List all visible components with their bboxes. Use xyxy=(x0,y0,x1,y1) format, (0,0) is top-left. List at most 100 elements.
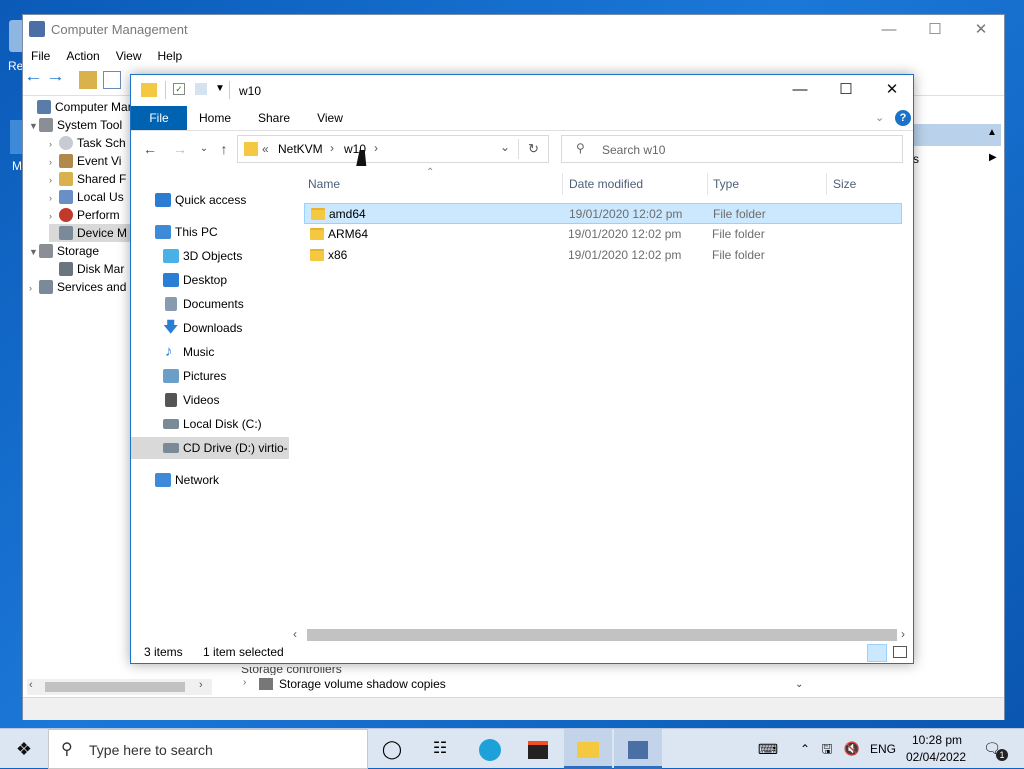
tree-item-storage[interactable]: ▼ Storage xyxy=(29,242,99,260)
nav-item-documents[interactable]: Documents xyxy=(131,293,289,315)
device-category-shadow-copies[interactable]: Storage volume shadow copies xyxy=(279,677,446,691)
nav-item-videos[interactable]: Videos xyxy=(131,389,289,411)
address-dropdown-icon[interactable]: ⌄ xyxy=(500,140,510,154)
scroll-thumb[interactable] xyxy=(307,629,897,641)
forward-button[interactable]: → xyxy=(169,139,191,159)
cm-close-button[interactable]: ✕ xyxy=(958,15,1004,45)
cm-maximize-button[interactable]: ☐ xyxy=(912,15,958,45)
nav-item-desktop[interactable]: Desktop xyxy=(131,269,289,291)
menu-action[interactable]: Action xyxy=(58,46,107,66)
edge-browser-icon[interactable] xyxy=(466,729,514,769)
tab-view[interactable]: View xyxy=(307,106,353,130)
breadcrumb-netkvm[interactable]: NetKVM xyxy=(278,142,323,156)
search-input[interactable]: Search w10 xyxy=(602,143,665,157)
column-header-date-modified[interactable]: Date modified xyxy=(569,173,643,195)
tree-item-task-scheduler[interactable]: › Task Sch xyxy=(49,134,126,152)
nav-item-3d-objects[interactable]: 3D Objects xyxy=(131,245,289,267)
breadcrumb-separator-icon[interactable]: › xyxy=(374,141,378,155)
nav-item-quick-access[interactable]: Quick access xyxy=(131,189,289,211)
nav-item-local-disk-c[interactable]: Local Disk (C:) xyxy=(131,413,289,435)
explorer-close-button[interactable]: ✕ xyxy=(869,75,915,106)
explorer-maximize-button[interactable]: ☐ xyxy=(823,75,869,106)
column-header-size[interactable]: Size xyxy=(833,173,856,195)
file-row-x86[interactable]: x86 19/01/2020 12:02 pm File folder xyxy=(304,245,902,266)
tree-item-system-tools[interactable]: ▼ System Tool xyxy=(29,116,122,134)
expand-twisty[interactable]: › xyxy=(49,135,59,153)
column-header-type[interactable]: Type xyxy=(713,173,739,195)
properties-icon[interactable]: ✓ xyxy=(173,83,185,95)
language-indicator[interactable]: ENG xyxy=(870,742,896,756)
column-divider[interactable] xyxy=(826,173,827,195)
cm-title-bar[interactable]: Computer Management — ☐ ✕ xyxy=(23,15,1004,45)
file-explorer-taskbar-icon[interactable] xyxy=(564,729,612,769)
tree-item-shared-folders[interactable]: › Shared F xyxy=(49,170,126,188)
explorer-minimize-button[interactable]: — xyxy=(777,75,823,106)
nav-item-cd-drive-d[interactable]: CD Drive (D:) virtio- xyxy=(131,437,289,459)
column-header-name[interactable]: Name xyxy=(308,173,340,195)
tree-item-computer-management[interactable]: Computer Man xyxy=(27,98,134,116)
taskbar-search-input[interactable]: Type here to search xyxy=(89,742,213,758)
column-divider[interactable] xyxy=(707,173,708,195)
computer-management-taskbar-icon[interactable] xyxy=(614,729,662,769)
cm-minimize-button[interactable]: — xyxy=(866,15,912,45)
submenu-arrow-icon[interactable]: ▶ xyxy=(989,152,997,163)
tab-file[interactable]: File xyxy=(131,106,187,130)
collapse-up-icon[interactable]: ▲ xyxy=(987,127,997,138)
nav-item-downloads[interactable]: 🡇 Downloads xyxy=(131,317,289,339)
show-hide-tree-icon[interactable] xyxy=(103,71,121,89)
explorer-title-bar[interactable]: ✓ ▼ w10 — ☐ ✕ xyxy=(131,75,913,106)
scroll-left-icon[interactable]: ‹ xyxy=(293,627,297,641)
search-box[interactable]: ⚲ Search w10 xyxy=(561,135,903,163)
refresh-icon[interactable]: ↻ xyxy=(528,141,539,157)
scroll-right-icon[interactable]: › xyxy=(901,627,905,641)
tree-item-services-and-applications[interactable]: › Services and xyxy=(29,278,126,296)
expand-twisty[interactable]: › xyxy=(49,189,59,207)
clock-date[interactable]: 02/04/2022 xyxy=(906,750,966,764)
details-view-icon[interactable] xyxy=(867,644,887,662)
menu-file[interactable]: File xyxy=(23,46,58,66)
menu-help[interactable]: Help xyxy=(150,46,191,66)
expand-twisty[interactable]: › xyxy=(49,207,59,225)
large-icons-view-icon[interactable] xyxy=(893,646,907,658)
device-category-storage-controllers[interactable]: Storage controllers xyxy=(241,667,342,675)
file-row-amd64[interactable]: amd64 19/01/2020 12:02 pm File folder xyxy=(304,203,902,224)
back-arrow-icon[interactable]: 🠀 xyxy=(27,71,45,89)
column-divider[interactable] xyxy=(562,173,563,195)
cm-tree-scrollbar[interactable]: ‹ › xyxy=(27,679,212,695)
up-button[interactable]: ↑ xyxy=(213,139,235,159)
customize-quick-access-icon[interactable]: ▼ xyxy=(215,83,225,94)
tree-item-local-users[interactable]: › Local Us xyxy=(49,188,124,206)
tab-home[interactable]: Home xyxy=(193,106,237,130)
breadcrumb-overflow[interactable]: « xyxy=(262,142,269,156)
menu-view[interactable]: View xyxy=(108,46,150,66)
recent-locations-icon[interactable]: ⌄ xyxy=(193,139,215,159)
expand-twisty[interactable]: ▼ xyxy=(29,243,39,261)
task-view-icon[interactable]: ☷ xyxy=(416,729,464,769)
nav-item-pictures[interactable]: Pictures xyxy=(131,365,289,387)
expand-ribbon-icon[interactable]: ⌄ xyxy=(875,111,884,124)
file-list-scrollbar[interactable]: ‹ › xyxy=(291,627,913,643)
scroll-left-icon[interactable]: ‹ xyxy=(29,679,33,691)
scroll-right-icon[interactable]: › xyxy=(199,679,203,691)
expand-twisty[interactable]: ▼ xyxy=(29,117,39,135)
file-row-arm64[interactable]: ARM64 19/01/2020 12:02 pm File folder xyxy=(304,224,902,245)
breadcrumb-separator-icon[interactable]: › xyxy=(330,141,334,155)
new-folder-icon[interactable] xyxy=(195,83,207,95)
expand-twisty[interactable]: › xyxy=(49,153,59,171)
taskbar-search-box[interactable]: ⚲ Type here to search xyxy=(48,729,368,769)
help-icon[interactable]: ? xyxy=(895,110,911,126)
volume-muted-icon[interactable]: 🔇 xyxy=(840,729,864,769)
store-icon[interactable] xyxy=(514,729,562,769)
scroll-thumb[interactable] xyxy=(45,682,185,692)
network-icon[interactable]: 🖫 xyxy=(812,729,842,769)
cortana-icon[interactable]: ◯ xyxy=(368,729,416,769)
forward-arrow-icon[interactable]: 🠂 xyxy=(49,71,67,89)
nav-item-this-pc[interactable]: This PC xyxy=(131,221,289,243)
up-folder-icon[interactable] xyxy=(79,71,97,89)
back-button[interactable]: ← xyxy=(139,139,161,159)
expand-arrow-icon[interactable]: › xyxy=(243,677,246,688)
clock-time[interactable]: 10:28 pm xyxy=(912,733,962,747)
nav-item-network[interactable]: Network xyxy=(131,469,289,491)
tree-item-performance[interactable]: › Perform xyxy=(49,206,120,224)
tab-share[interactable]: Share xyxy=(251,106,297,130)
